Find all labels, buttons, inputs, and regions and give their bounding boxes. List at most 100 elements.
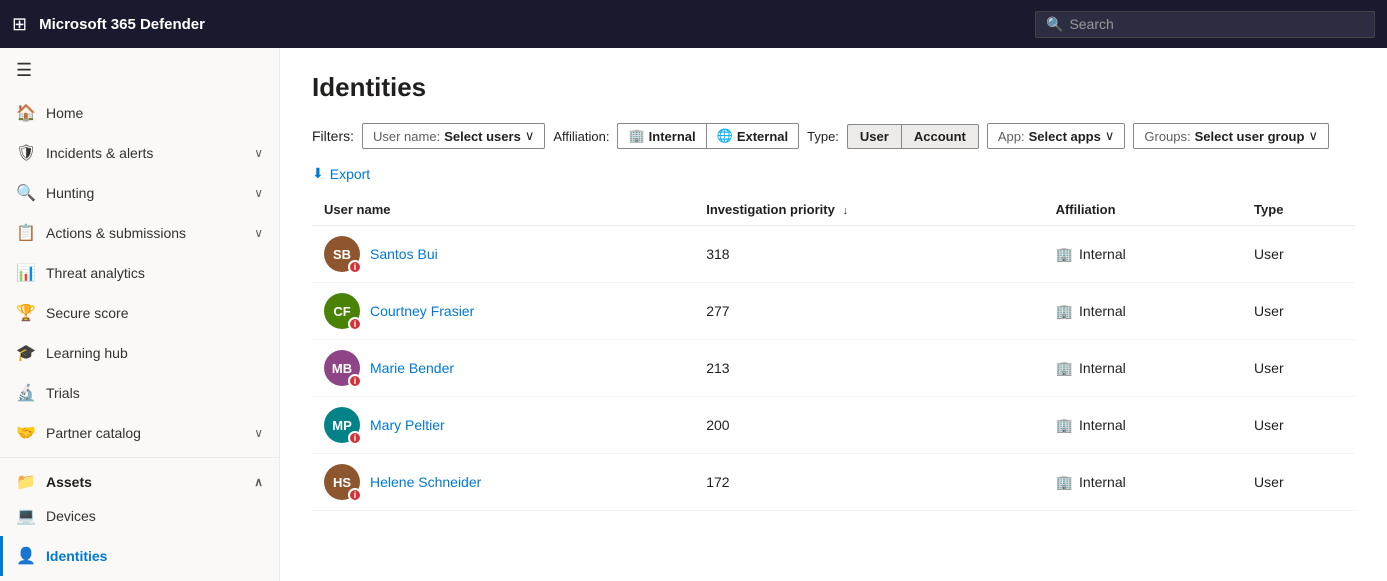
col-type: Type [1242,194,1355,226]
sidebar-item-learning-hub[interactable]: 🎓 Learning hub [0,333,279,373]
table-row[interactable]: MBiMarie Bender213🏢InternalUser [312,340,1355,397]
avatar-wrapper: MPi [324,407,360,443]
alert-badge: i [348,317,362,331]
sidebar-label-learning: Learning hub [46,345,263,361]
sidebar-section-assets: 📁 Assets ∧ [0,462,279,496]
investigation-priority-cell: 172 [694,454,1043,511]
search-box[interactable]: 🔍 [1035,11,1375,38]
table-row[interactable]: HSiHelene Schneider172 🏢 Internal User [312,454,1355,511]
devices-icon: 💻 [16,506,36,526]
groups-filter-value: Select user group [1195,129,1305,144]
sidebar-label-hunting: Hunting [46,185,244,201]
table-row[interactable]: MPiMary Peltier200🏢InternalUser [312,397,1355,454]
type-cell: User [1242,454,1355,511]
apps-grid-icon[interactable]: ⊞ [12,14,27,35]
sidebar-label-home: Home [46,105,263,121]
actions-icon: 📋 [16,223,36,243]
sidebar-label-incidents: Incidents & alerts [46,145,244,161]
type-group: User Account [847,124,979,149]
col-username: User name [312,194,694,226]
username-filter-value: Select users [444,129,521,144]
sidebar-label-secure: Secure score [46,305,263,321]
search-input[interactable] [1069,16,1364,32]
table-row[interactable]: SBiSantos Bui318🏢InternalUser [312,226,1355,283]
affiliation-group: 🏢 Internal 🌐 External [617,123,799,149]
user-name-text: Mary Peltier [370,417,445,433]
type-cell: User [1242,283,1355,340]
threat-analytics-icon: 📊 [16,263,36,283]
identities-table: User name Investigation priority ↓ Affil… [312,194,1355,511]
sidebar-label-actions: Actions & submissions [46,225,244,241]
layout: ☰ 🏠 Home 🛡 Incidents & alerts ∨ 🔍 Huntin… [0,48,1387,581]
type-cell: User [1242,397,1355,454]
username-filter-label: User name: [373,129,440,144]
chevron-down-icon: ∨ [254,186,263,200]
topbar: ⊞ Microsoft 365 Defender 🔍 [0,0,1387,48]
app-filter-btn[interactable]: App: Select apps ∨ [987,123,1126,149]
affiliation-text: Internal [1079,474,1126,490]
sidebar-item-devices[interactable]: 💻 Devices [0,496,279,536]
user-name-cell-courtney-frasier: CFi Courtney Frasier [312,283,694,340]
user-name-text: Marie Bender [370,360,454,376]
user-name-text: Helene Schneider [370,474,481,490]
type-account-btn[interactable]: Account [901,124,979,149]
user-name-text: Santos Bui [370,246,438,262]
user-cell: SBiSantos Bui [324,236,682,272]
sidebar-item-identities[interactable]: 👤 Identities [0,536,279,576]
trials-icon: 🔬 [16,383,36,403]
affiliation-icon: 🏢 [1056,474,1073,491]
sidebar-item-trials[interactable]: 🔬 Trials [0,373,279,413]
sidebar-item-secure-score[interactable]: 🏆 Secure score [0,293,279,333]
type-label: Type: [807,129,839,144]
col-affiliation: Affiliation [1044,194,1242,226]
col-investigation-priority[interactable]: Investigation priority ↓ [694,194,1043,226]
sidebar-item-home[interactable]: 🏠 Home [0,93,279,133]
shield-icon: 🛡 [16,143,36,163]
sidebar-item-threat-analytics[interactable]: 📊 Threat analytics [0,253,279,293]
sidebar: ☰ 🏠 Home 🛡 Incidents & alerts ∨ 🔍 Huntin… [0,48,280,581]
sidebar-item-incidents-alerts[interactable]: 🛡 Incidents & alerts ∨ [0,133,279,173]
table-row[interactable]: CFiCourtney Frasier277🏢InternalUser [312,283,1355,340]
affiliation-icon: 🏢 [1056,360,1073,377]
sidebar-item-partner-catalog[interactable]: 🤝 Partner catalog ∨ [0,413,279,453]
affiliation-external-btn[interactable]: 🌐 External [706,123,800,149]
investigation-priority-cell: 318 [694,226,1043,283]
user-cell: CFi Courtney Frasier [324,293,682,329]
user-name-cell-helene-schneider: HSiHelene Schneider [312,454,694,511]
groups-filter-label: Groups: [1144,129,1190,144]
export-row[interactable]: ⬇ Export [312,165,1355,182]
username-filter-btn[interactable]: User name: Select users ∨ [362,123,545,149]
groups-filter-btn[interactable]: Groups: Select user group ∨ [1133,123,1329,149]
avatar-wrapper: MBi [324,350,360,386]
sidebar-item-hunting[interactable]: 🔍 Hunting ∨ [0,173,279,213]
affiliation-external-label: External [737,129,788,144]
type-user-btn[interactable]: User [847,124,901,149]
alert-badge: i [348,260,362,274]
user-name-text: Courtney Frasier [370,303,474,319]
user-name-cell-santos-bui: SBiSantos Bui [312,226,694,283]
page-title: Identities [312,72,1355,103]
app-title: Microsoft 365 Defender [39,16,1023,33]
affiliation-label: Affiliation: [553,129,609,144]
affiliation-text: Internal [1079,417,1126,433]
main-content: Identities Filters: User name: Select us… [280,48,1387,581]
affiliation-internal-btn[interactable]: 🏢 Internal [617,123,705,149]
affiliation-internal-label: Internal [649,129,696,144]
home-icon: 🏠 [16,103,36,123]
sidebar-toggle[interactable]: ☰ [0,48,279,93]
chevron-down-icon: ∨ [525,128,535,144]
identities-icon: 👤 [16,546,36,566]
search-icon: 🔍 [1046,16,1063,33]
filters-row: Filters: User name: Select users ∨ Affil… [312,123,1355,149]
sidebar-item-actions-submissions[interactable]: 📋 Actions & submissions ∨ [0,213,279,253]
avatar-wrapper: CFi [324,293,360,329]
sidebar-label-assets: Assets [46,474,244,490]
type-cell: User [1242,226,1355,283]
chevron-down-icon: ∨ [1105,128,1115,144]
external-icon: 🌐 [717,128,733,144]
investigation-priority-cell: 200 [694,397,1043,454]
chevron-down-icon: ∨ [254,226,263,240]
app-filter-label: App: [998,129,1025,144]
export-icon: ⬇ [312,165,324,182]
filters-label: Filters: [312,128,354,144]
